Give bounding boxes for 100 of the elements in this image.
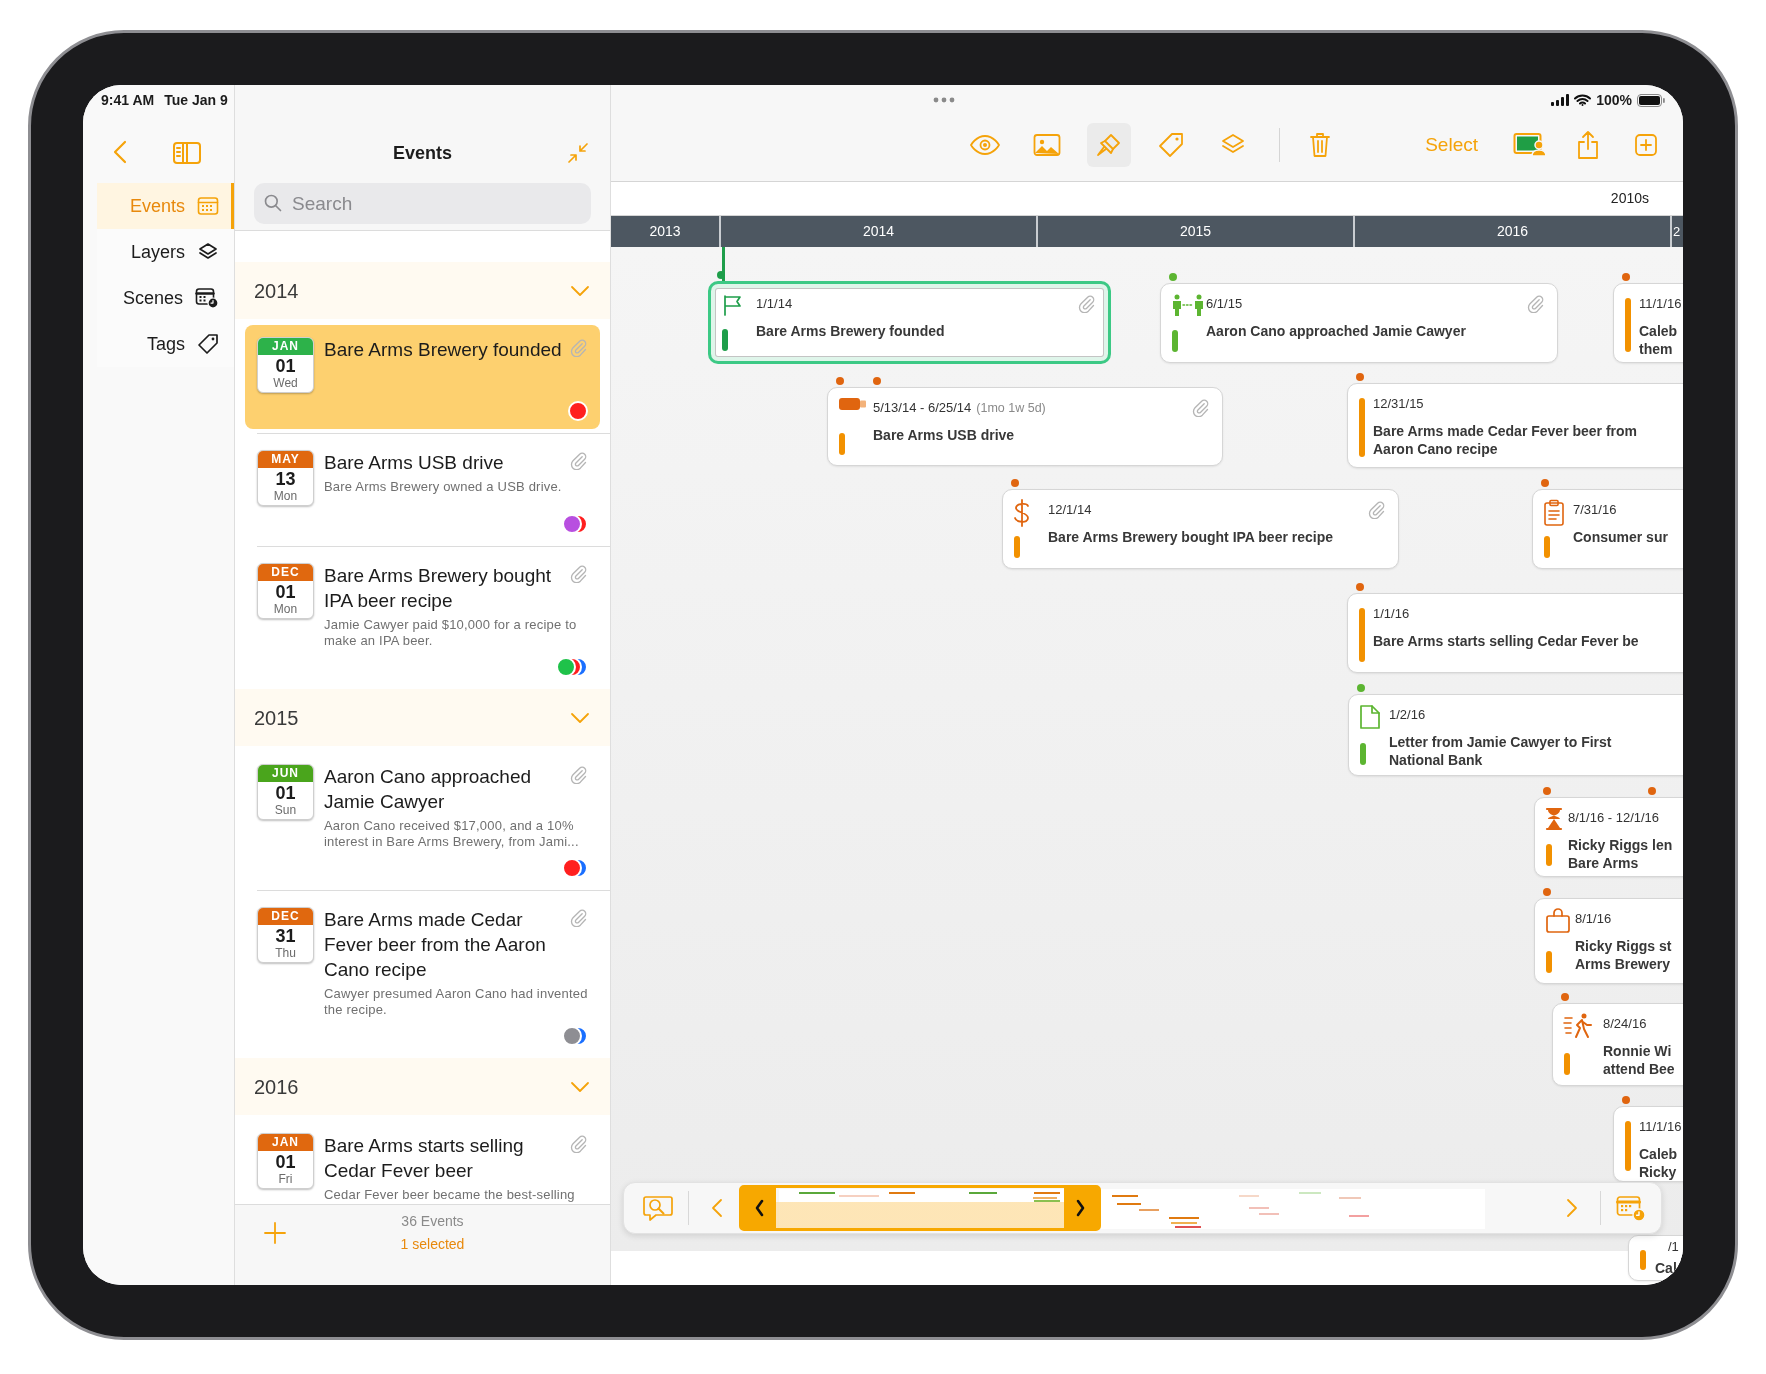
event-card[interactable]: 11/1/16 Caleb them [1613,283,1683,363]
day-label: 01 [275,356,296,376]
status-time: 9:41 AM [101,90,155,110]
calendar-icon [197,196,219,216]
event-title: Bare Arms starts selling Cedar Fever be [1373,631,1639,650]
event-row[interactable]: JAN 01 Wed Bare Arms Brewery founded [245,325,600,429]
event-date: 1/1/14 [756,295,793,313]
search-bubble-icon [642,1194,674,1222]
weekday-label: Mon [273,489,298,503]
paperclip-icon [568,337,588,357]
event-title: Bare Arms Brewery founded [756,321,945,340]
event-date: 8/1/16 [1575,910,1612,928]
wifi-icon [1574,94,1592,106]
event-title: Bare Arms Brewery bought IPA beer recipe [1048,527,1334,546]
event-card[interactable]: 8/1/16 Ricky Riggs st Arms Brewery [1534,898,1683,984]
day-label: 13 [275,469,296,489]
year-header[interactable]: 2014 [235,262,610,319]
document-icon [1359,704,1381,730]
month-label: JUN [258,765,313,782]
running-person-icon [1563,1013,1595,1041]
month-label: DEC [258,564,313,581]
event-card[interactable]: 7/31/16 Consumer sur [1532,489,1683,569]
clipboard-icon [1543,499,1565,527]
paperclip-icon [1076,293,1096,313]
event-date: /1 [1668,1238,1679,1256]
event-card[interactable]: 12/1/14 Bare Arms Brewery bought IPA beer recipe [1002,489,1399,569]
eye-icon [969,134,1001,156]
event-description: Cawyer presumed Aaron Cano had invented the recipe. [324,986,588,1018]
image-icon [1033,133,1061,157]
event-title: Bare Arms made Cedar Fever beer from the Aaron Cano recipe [324,908,547,982]
collapse-arrows-icon [566,141,590,165]
left-handle-icon [754,1199,764,1217]
signal-icon [1551,94,1570,106]
event-title: Bare Arms Brewery founded [324,338,563,362]
event-title: Bare Arms USB drive [873,425,1016,444]
event-title: Ronnie Wi attend Bee [1603,1041,1675,1078]
month-label: JAN [258,338,313,355]
event-title: Ricky Riggs len Bare Arms [1568,835,1673,872]
calendar-clock-icon [195,287,219,309]
screen-person-icon [1513,132,1547,158]
trash-icon [1309,132,1331,158]
paperclip-icon [1366,499,1386,519]
paperclip-icon [568,907,588,927]
event-card[interactable]: 1/1/14 Bare Arms Brewery founded [708,281,1111,364]
search-icon [263,193,283,213]
event-date: 1/1/16 [1373,605,1410,623]
month-label: DEC [258,908,313,925]
event-date: 8/24/16 [1603,1015,1647,1033]
event-card[interactable]: 1/2/16 Letter from Jamie Cawyer to First National Bank [1348,694,1683,776]
paperclip-icon [568,563,588,583]
range-selector[interactable] [739,1185,1101,1231]
event-date: 1/2/16 [1389,706,1426,724]
event-card[interactable]: 1/1/16 Bare Arms starts selling Cedar Fever be [1347,593,1683,673]
plus-square-icon [1634,133,1658,157]
day-label: 31 [275,926,296,946]
multitasking-dots-icon [933,97,956,103]
event-title: Caleb them [1639,321,1679,358]
paperclip-icon [568,1133,588,1153]
event-title: Bare Arms Brewery bought IPA beer recipe [324,564,553,613]
event-title: Caleb Ricky [1639,1144,1679,1181]
day-label: 01 [275,783,296,803]
tag-icon [197,333,219,355]
chevron-left-icon [711,1198,723,1218]
hourglass-icon [1545,807,1563,831]
day-label: 01 [275,582,296,602]
event-description: Aaron Cano received $17,000, and a 10% interest in Bare Arms Brewery, from Jami... [324,818,580,850]
weekday-label: Thu [275,946,296,960]
panel-title: Events [393,142,452,165]
event-description: Bare Arms Brewery owned a USB drive. [324,479,563,495]
event-card[interactable]: 5/13/14 - 6/25/14 (1mo 1w 5d) Bare Arms USB drive [827,387,1223,466]
event-date: 8/1/16 - 12/1/16 [1568,809,1660,827]
month-label: JAN [258,1134,313,1151]
calendar-clock-icon [1616,1194,1646,1222]
year-header[interactable]: 2015 [235,689,610,746]
add-button[interactable] [263,1221,287,1245]
event-title: Aaron Cano approached Jamie Cawyer [324,765,533,814]
sidebar-toggle-button[interactable] [173,142,201,164]
event-card[interactable]: 8/24/16 Ronnie Wi attend Bee [1552,1003,1683,1086]
paperclip-icon [568,450,588,470]
event-card[interactable]: 8/1/16 - 12/1/16 Ricky Riggs len Bare Arms [1534,797,1683,877]
year-label: 2013 [648,222,682,241]
tag-icon [1158,132,1184,158]
event-date: 11/1/16 [1639,1118,1682,1136]
share-icon [1576,130,1600,160]
usb-drive-icon [838,397,868,411]
collapse-button[interactable] [566,141,590,165]
paperclip-icon [1525,293,1545,313]
paperclip-icon [1190,397,1210,417]
brush-tool[interactable] [1087,123,1131,167]
weekday-label: Fri [278,1172,293,1186]
year-header[interactable]: 2016 [235,1058,610,1115]
event-title: Ricky Riggs st Arms Brewery [1575,936,1672,973]
search-field[interactable]: Search [254,183,591,224]
back-button[interactable] [113,140,127,164]
layers-icon [197,242,219,262]
event-date: 6/1/15 [1206,295,1243,313]
event-duration: (1mo 1w 5d) [976,400,1046,417]
event-card[interactable]: 6/1/15 Aaron Cano approached Jamie Cawyer [1160,283,1558,363]
event-card[interactable]: 12/31/15 Bare Arms made Cedar Fever beer from Aaron Cano recipe [1347,383,1683,468]
event-card[interactable]: 11/1/16 Caleb Ricky [1613,1106,1683,1182]
